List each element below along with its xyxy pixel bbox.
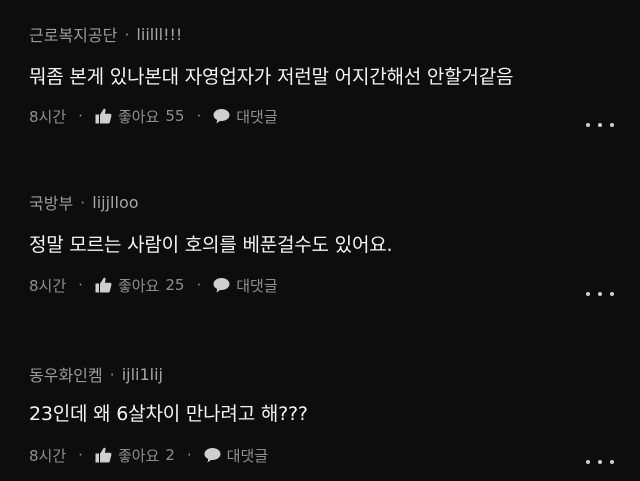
meta-separator: · (124, 24, 130, 44)
author-affiliation: 근로복지공단 (29, 26, 118, 45)
speech-bubble-icon (204, 448, 221, 463)
more-dot (598, 123, 602, 127)
comment-time: 8시간 (29, 276, 67, 295)
like-count: 25 (165, 276, 185, 294)
like-button[interactable]: 좋아요 55 (95, 106, 185, 127)
more-options-button[interactable] (586, 455, 614, 469)
action-separator: · (78, 107, 83, 125)
thumbs-up-icon (95, 108, 112, 124)
more-dot (586, 292, 590, 296)
thumbs-up-icon (95, 277, 112, 293)
comment-text: 정말 모르는 사람이 호의를 베푼걸수도 있어요. (29, 234, 393, 256)
reply-label: 대댓글 (236, 107, 278, 126)
comment-actions: 8시간 · 좋아요 25 · 대댓글 (29, 275, 640, 295)
more-dot (610, 123, 614, 127)
like-button[interactable]: 좋아요 2 (95, 445, 175, 466)
more-options-button[interactable] (586, 118, 614, 132)
more-dot (586, 460, 590, 464)
action-separator: · (196, 276, 202, 294)
author-nickname[interactable]: liilll!!! (136, 25, 182, 44)
like-label: 좋아요 (117, 107, 160, 126)
comment-author-line: 근로복지공단 · liilll!!! (29, 22, 182, 46)
more-dot (610, 292, 614, 296)
comment-text: 뭐좀 본게 있나본대 자영업자가 저런말 어지간해선 안할거같음 (29, 66, 514, 88)
comment-actions: 8시간 · 좋아요 55 · 대댓글 (29, 106, 640, 126)
thumbs-up-icon (95, 447, 112, 463)
speech-bubble-icon (213, 109, 230, 124)
more-dot (598, 460, 602, 464)
author-nickname[interactable]: lijjlloo (92, 193, 138, 212)
author-affiliation: 국방부 (29, 194, 74, 213)
more-dot (598, 292, 602, 296)
like-button[interactable]: 좋아요 25 (95, 275, 185, 296)
more-dot (610, 460, 614, 464)
action-separator: · (78, 276, 83, 294)
reply-button[interactable]: 대댓글 (213, 275, 278, 296)
more-options-button[interactable] (586, 287, 614, 301)
like-label: 좋아요 (117, 276, 160, 295)
reply-button[interactable]: 대댓글 (213, 106, 278, 127)
action-separator: · (186, 446, 192, 464)
comment-author-line: 국방부 · lijjlloo (29, 190, 139, 214)
comment-time: 8시간 (29, 446, 67, 465)
author-nickname[interactable]: ijli1lij (122, 365, 163, 384)
like-count: 2 (165, 446, 175, 464)
meta-separator: · (80, 192, 86, 212)
reply-label: 대댓글 (236, 276, 278, 295)
more-dot (586, 123, 590, 127)
comment-actions: 8시간 · 좋아요 2 · 대댓글 (29, 445, 640, 465)
comment-author-line: 동우화인켐 · ijli1lij (29, 362, 163, 386)
comment-text: 23인데 왜 6살차이 만나려고 해??? (29, 403, 308, 425)
reply-button[interactable]: 대댓글 (204, 445, 268, 466)
reply-label: 대댓글 (226, 446, 269, 465)
meta-separator: · (109, 364, 115, 384)
author-affiliation: 동우화인켐 (29, 366, 103, 385)
action-separator: · (78, 446, 83, 464)
like-label: 좋아요 (117, 446, 160, 465)
comment-time: 8시간 (29, 107, 67, 126)
speech-bubble-icon (213, 278, 230, 293)
action-separator: · (196, 107, 202, 125)
like-count: 55 (165, 107, 185, 125)
